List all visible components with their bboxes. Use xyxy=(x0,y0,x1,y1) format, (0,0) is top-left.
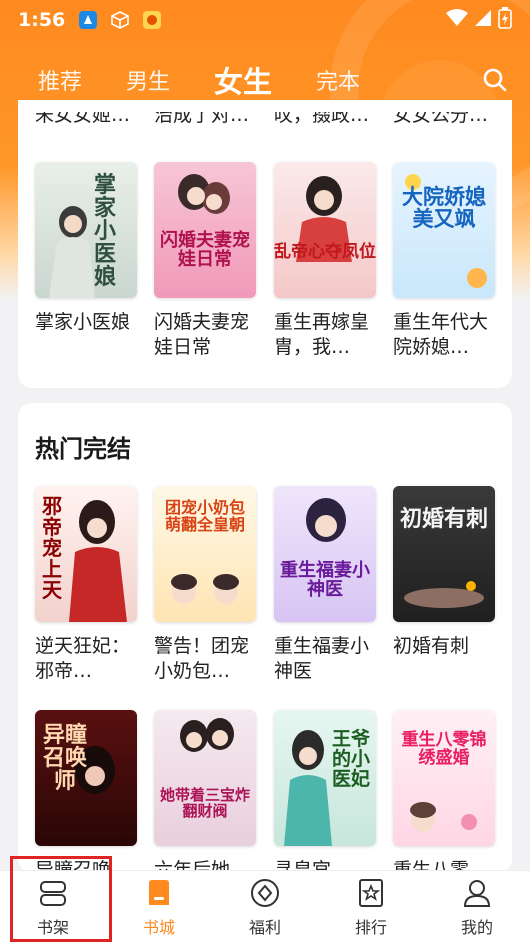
signal-icon xyxy=(474,9,492,31)
book-item[interactable]: 重生八零锦绣盛婚 重生八零… xyxy=(393,710,495,873)
section-title: 热门完结 xyxy=(35,435,131,463)
book-title: 重生再嫁皇胄，我… xyxy=(274,311,370,358)
book-cover: 王爷的小医妃 xyxy=(274,710,376,846)
book-cover: 重生八零锦绣盛婚 xyxy=(393,710,495,846)
nav-label: 我的 xyxy=(460,917,493,937)
bookstore-icon xyxy=(142,876,176,910)
nav-label: 书架 xyxy=(36,917,69,937)
ranking-icon xyxy=(354,876,388,910)
book-cover: 异瞳召唤师 xyxy=(35,710,137,846)
welfare-icon xyxy=(248,876,282,910)
nav-ranking[interactable]: 排行 xyxy=(318,871,424,942)
cover-title: 邪帝宠上天 xyxy=(42,494,62,602)
book-item[interactable]: 邪帝宠上天 逆天狂妃：邪帝… xyxy=(35,486,137,684)
book-item[interactable]: 乱帝心夺凤位 重生再嫁皇胄，我… xyxy=(274,162,376,360)
book-cover: 乱帝心夺凤位 xyxy=(274,162,376,298)
book-cover: 掌家小医娘 xyxy=(35,162,137,298)
book-title: 治成了对… xyxy=(154,112,250,126)
book-item[interactable]: 王爷的小医妃 寻皇宫… xyxy=(274,710,376,873)
hot-completed-card: 热门完结 邪帝宠上天 逆天狂妃：邪帝… 团宠小奶包萌翻全皇朝 警告！团宠小奶包…… xyxy=(18,403,512,873)
nav-bookshelf[interactable]: 书架 xyxy=(0,871,106,942)
book-title: 重生年代大院娇媳… xyxy=(393,311,489,358)
nav-label: 书城 xyxy=(142,917,175,937)
battery-icon xyxy=(498,7,512,33)
book-title: 闪婚夫妻宠娃日常 xyxy=(154,311,250,358)
book-title: 掌家小医娘 xyxy=(35,311,131,333)
cover-title: 乱帝心夺凤位 xyxy=(274,242,376,262)
book-item[interactable]: 她带着三宝炸翻财阀 六年后她… xyxy=(154,710,256,873)
tab-recommend[interactable]: 推荐 xyxy=(38,64,82,96)
book-item[interactable]: 闪婚夫妻宠娃日常 闪婚夫妻宠娃日常 xyxy=(154,162,256,360)
book-cover: 重生福妻小神医 xyxy=(274,486,376,622)
search-icon[interactable] xyxy=(480,65,510,95)
cover-title: 王爷的小医妃 xyxy=(331,728,370,790)
book-title: 警告！团宠小奶包… xyxy=(154,635,250,682)
book-item[interactable]: 大院娇媳美又飒 重生年代大院娇媳… xyxy=(393,162,495,360)
book-title: 初婚有刺 xyxy=(393,635,470,657)
nav-welfare[interactable]: 福利 xyxy=(212,871,318,942)
bottom-navigation: 书架 书城 福利 排行 我的 xyxy=(0,870,530,942)
status-time: 1:56 xyxy=(18,9,66,31)
book-item[interactable]: 初婚有刺 初婚有刺 xyxy=(393,486,495,684)
book-item[interactable]: 掌家小医娘 掌家小医娘 xyxy=(35,162,137,360)
box-icon xyxy=(109,9,131,31)
book-title: 逆天狂妃：邪帝… xyxy=(35,635,131,682)
cover-title: 大院娇媳美又飒 xyxy=(402,184,486,232)
cover-title: 重生八零锦绣盛婚 xyxy=(401,730,487,768)
tab-male[interactable]: 男生 xyxy=(126,64,170,96)
top-tab-bar: 推荐 男生 女生 完本 xyxy=(0,52,530,108)
app-icon-yellow xyxy=(141,9,163,31)
book-item[interactable]: 团宠小奶包萌翻全皇朝 警告！团宠小奶包… xyxy=(154,486,256,684)
tab-female[interactable]: 女生 xyxy=(214,59,272,101)
clipped-titles-row: 未女女姬… 治成了对… 叹，掇政… 女女公分… xyxy=(18,112,512,134)
book-cover: 她带着三宝炸翻财阀 xyxy=(154,710,256,846)
book-item[interactable]: 重生福妻小神医 重生福妻小神医 xyxy=(274,486,376,684)
book-title: 重生福妻小神医 xyxy=(274,635,370,682)
cover-title: 异瞳召唤师 xyxy=(43,722,88,795)
book-cover: 邪帝宠上天 xyxy=(35,486,137,622)
book-cover: 闪婚夫妻宠娃日常 xyxy=(154,162,256,298)
status-bar: 1:56 xyxy=(0,0,530,40)
nav-profile[interactable]: 我的 xyxy=(424,871,530,942)
book-section-card: 未女女姬… 治成了对… 叹，掇政… 女女公分… 掌家小医娘 掌家小医娘 闪婚夫妻… xyxy=(18,100,512,388)
wifi-icon xyxy=(446,9,468,31)
cover-title: 团宠小奶包萌翻全皇朝 xyxy=(164,498,245,534)
cover-title: 重生福妻小神医 xyxy=(280,560,370,600)
book-title: 叹，掇政… xyxy=(274,112,370,126)
cover-title: 闪婚夫妻宠娃日常 xyxy=(160,230,250,270)
cover-title: 初婚有刺 xyxy=(399,506,488,532)
nav-label: 福利 xyxy=(248,917,281,937)
book-cover: 初婚有刺 xyxy=(393,486,495,622)
tab-completed[interactable]: 完本 xyxy=(316,64,360,96)
nav-label: 排行 xyxy=(354,917,387,937)
cover-title: 掌家小医娘 xyxy=(93,172,116,291)
profile-icon xyxy=(460,876,494,910)
book-cover: 大院娇媳美又飒 xyxy=(393,162,495,298)
cover-title: 她带着三宝炸翻财阀 xyxy=(159,786,250,820)
bookshelf-icon xyxy=(36,876,70,910)
book-title: 女女公分… xyxy=(393,112,489,126)
app-icon-blue xyxy=(77,9,99,31)
book-item[interactable]: 异瞳召唤师 异瞳召唤… xyxy=(35,710,137,873)
nav-bookstore[interactable]: 书城 xyxy=(106,871,212,942)
book-title: 未女女姬… xyxy=(35,112,131,126)
book-cover: 团宠小奶包萌翻全皇朝 xyxy=(154,486,256,622)
